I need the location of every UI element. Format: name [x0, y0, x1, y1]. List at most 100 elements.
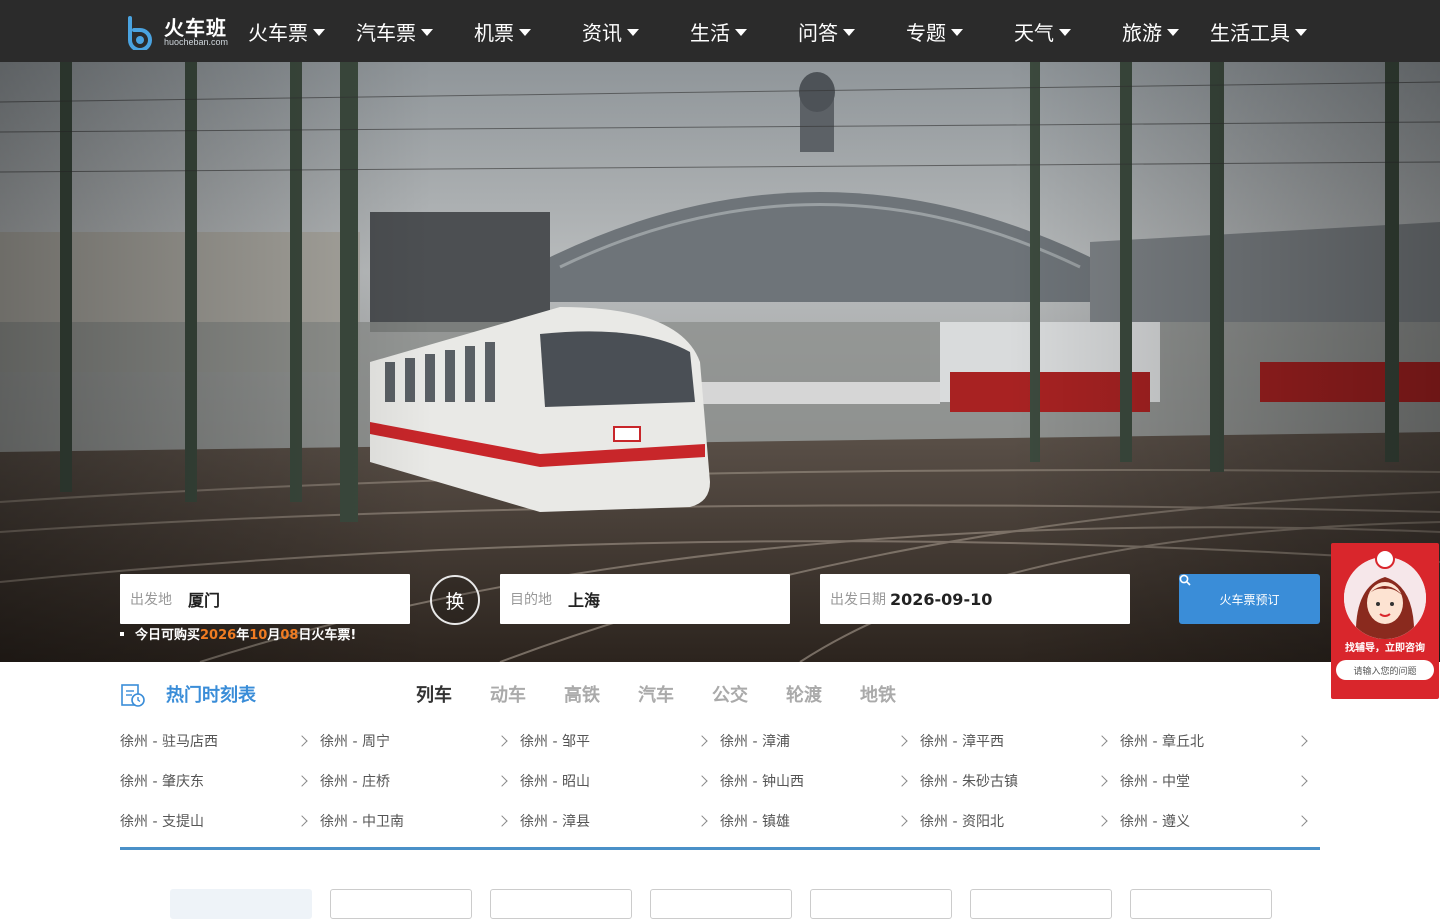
consult-widget[interactable]: 找辅导，立即咨询 请输入您的问题 — [1331, 543, 1439, 699]
route-label: 徐州 - 邹平 — [520, 734, 590, 750]
route-link[interactable]: 徐州 - 镇雄 — [720, 801, 910, 841]
route-link[interactable]: 徐州 - 章丘北 — [1120, 721, 1310, 761]
departure-value[interactable]: 厦门 — [188, 587, 220, 611]
nav-item[interactable]: 火车票 — [248, 18, 325, 45]
notice-day: 08 — [280, 628, 299, 643]
timetable-tab[interactable]: 地铁 — [860, 681, 896, 707]
nav-item-label: 旅游 — [1122, 20, 1162, 45]
route-link[interactable]: 徐州 - 中卫南 — [320, 801, 510, 841]
caret-down-icon — [519, 28, 531, 36]
notice-year-unit: 年 — [236, 628, 250, 643]
nav-item[interactable]: 天气 — [1014, 18, 1071, 45]
ticket-search-button[interactable]: 火车票预订 — [1179, 574, 1320, 624]
bottom-card[interactable] — [810, 889, 952, 919]
nav-item[interactable]: 生活 — [690, 18, 747, 45]
caret-down-icon — [1059, 28, 1071, 36]
bottom-card[interactable] — [490, 889, 632, 919]
bottom-card[interactable] — [1130, 889, 1272, 919]
route-label: 徐州 - 漳平西 — [920, 734, 1004, 750]
swap-button[interactable]: 换 — [430, 575, 480, 625]
route-link[interactable]: 徐州 - 朱砂古镇 — [920, 761, 1110, 801]
bottom-card[interactable] — [330, 889, 472, 919]
nav-item[interactable]: 机票 — [474, 18, 531, 45]
chevron-right-icon — [1296, 775, 1308, 787]
route-link[interactable]: 徐州 - 漳浦 — [720, 721, 910, 761]
date-field[interactable]: 出发日期 2026-09-10 — [820, 574, 1130, 624]
search-icon — [1179, 574, 1191, 586]
bottom-card-row — [170, 889, 1272, 919]
nav-item-label: 汽车票 — [356, 20, 416, 45]
chevron-right-icon — [1096, 775, 1108, 787]
notice-month: 10 — [249, 628, 268, 643]
route-link[interactable]: 徐州 - 邹平 — [520, 721, 710, 761]
caret-down-icon — [1295, 28, 1307, 36]
bullet-icon — [120, 631, 124, 636]
route-label: 徐州 - 肇庆东 — [120, 774, 204, 790]
site-logo[interactable]: 火车班 huocheban.com — [124, 12, 236, 52]
timetable-tab[interactable]: 公交 — [712, 681, 748, 707]
route-label: 徐州 - 遵义 — [1120, 814, 1190, 830]
chevron-right-icon — [296, 815, 308, 827]
caret-down-icon — [627, 28, 639, 36]
nav-item-label: 机票 — [474, 20, 514, 45]
chevron-right-icon — [496, 815, 508, 827]
route-label: 徐州 - 中堂 — [1120, 774, 1190, 790]
consult-input[interactable]: 请输入您的问题 — [1336, 660, 1434, 680]
route-link[interactable]: 徐州 - 漳县 — [520, 801, 710, 841]
route-label: 徐州 - 周宁 — [320, 734, 390, 750]
nav-item[interactable]: 旅游 — [1122, 18, 1179, 45]
timetable-tab[interactable]: 高铁 — [564, 681, 600, 707]
caret-down-icon — [421, 28, 433, 36]
route-link[interactable]: 徐州 - 支提山 — [120, 801, 310, 841]
notice-suffix: 日火车票! — [298, 628, 357, 643]
route-link[interactable]: 徐州 - 肇庆东 — [120, 761, 310, 801]
route-link[interactable]: 徐州 - 周宁 — [320, 721, 510, 761]
route-link[interactable]: 徐州 - 昭山 — [520, 761, 710, 801]
route-link[interactable]: 徐州 - 钟山西 — [720, 761, 910, 801]
train-station-illustration — [0, 62, 1440, 662]
caret-down-icon — [313, 28, 325, 36]
nav-item-label: 生活 — [690, 20, 730, 45]
route-link[interactable]: 徐州 - 中堂 — [1120, 761, 1310, 801]
timetable-tab[interactable]: 列车 — [416, 681, 452, 707]
nav-item[interactable]: 问答 — [798, 18, 855, 45]
chevron-right-icon — [696, 775, 708, 787]
route-label: 徐州 - 支提山 — [120, 814, 204, 830]
destination-field[interactable]: 目的地 上海 — [500, 574, 790, 624]
nav-item[interactable]: 专题 — [906, 18, 963, 45]
destination-value[interactable]: 上海 — [568, 587, 600, 611]
route-link[interactable]: 徐州 - 遵义 — [1120, 801, 1310, 841]
route-link[interactable]: 徐州 - 驻马店西 — [120, 721, 310, 761]
route-link[interactable]: 徐州 - 漳平西 — [920, 721, 1110, 761]
bottom-card[interactable] — [650, 889, 792, 919]
notice-year: 2026 — [200, 628, 237, 643]
date-value[interactable]: 2026-09-10 — [890, 590, 992, 609]
timetable-tab[interactable]: 动车 — [490, 681, 526, 707]
route-label: 徐州 - 资阳北 — [920, 814, 1004, 830]
chevron-right-icon — [1296, 815, 1308, 827]
chevron-right-icon — [496, 775, 508, 787]
route-label: 徐州 - 朱砂古镇 — [920, 774, 1018, 790]
route-label: 徐州 - 中卫南 — [320, 814, 404, 830]
route-link[interactable]: 徐州 - 庄桥 — [320, 761, 510, 801]
chevron-right-icon — [696, 735, 708, 747]
bottom-card[interactable] — [970, 889, 1112, 919]
nav-item-label: 问答 — [798, 20, 838, 45]
nav-item[interactable]: 资讯 — [582, 18, 639, 45]
departure-field[interactable]: 出发地 厦门 — [120, 574, 410, 624]
nav-item[interactable]: 生活工具 — [1210, 18, 1307, 45]
route-link[interactable]: 徐州 - 资阳北 — [920, 801, 1110, 841]
consult-message: 找辅导，立即咨询 — [1345, 643, 1425, 654]
bottom-card[interactable] — [170, 889, 312, 919]
route-label: 徐州 - 钟山西 — [720, 774, 804, 790]
chevron-right-icon — [1096, 815, 1108, 827]
nav-item[interactable]: 汽车票 — [356, 18, 433, 45]
chevron-right-icon — [696, 815, 708, 827]
hero-banner: 出发地 厦门 换 目的地 上海 出发日期 2026-09-10 火车票预订 今日… — [0, 62, 1440, 662]
timetable-tab[interactable]: 汽车 — [638, 681, 674, 707]
nav-item-label: 天气 — [1014, 20, 1054, 45]
date-label: 出发日期 — [830, 592, 886, 608]
departure-label: 出发地 — [130, 592, 172, 608]
timetable-tab[interactable]: 轮渡 — [786, 681, 822, 707]
chevron-right-icon — [296, 775, 308, 787]
